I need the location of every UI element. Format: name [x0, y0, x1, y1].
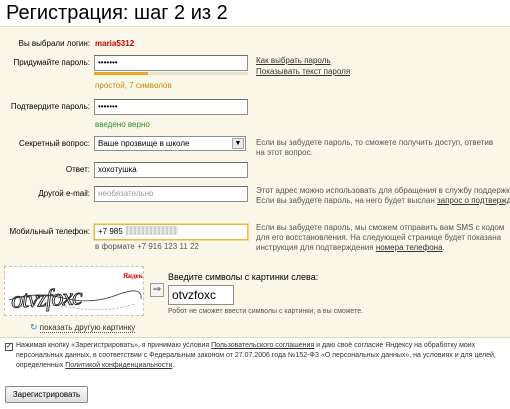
refresh-icon[interactable]: ↻	[30, 322, 38, 332]
other-email-hint-line2: Если вы забудете пароль, на него будет в…	[256, 196, 510, 206]
password-strength-bar	[94, 72, 248, 75]
how-to-choose-password-link[interactable]: Как выбрать пароль	[256, 56, 331, 65]
register-button[interactable]: Зарегистрировать	[5, 386, 88, 403]
chevron-down-icon[interactable]: ▼	[232, 138, 244, 149]
captcha-note: Робот не сможет ввести символы с картинк…	[168, 308, 364, 315]
other-email-hint-line1: Этот адрес можно использовать для обраще…	[256, 186, 510, 195]
password-strength-text: простой, 7 символов	[95, 81, 172, 90]
page-title: Регистрация: шаг 2 из 2	[6, 2, 228, 24]
show-another-picture-link[interactable]: показать другую картинку	[39, 323, 136, 333]
other-email-label: Другой e-mail:	[38, 189, 90, 198]
password-input[interactable]: •••••••	[94, 55, 248, 71]
show-password-text-link[interactable]: Показывать текст пароля	[256, 67, 350, 76]
phone-number-link[interactable]: номера телефона	[376, 243, 443, 252]
confirm-password-input[interactable]: •••••••	[94, 99, 248, 115]
login-value: maria5312	[95, 39, 135, 48]
refresh-captcha[interactable]: ↻ показать другую картинку	[30, 322, 136, 333]
terms-text: Нажимая кнопку «Зарегистрировать», я при…	[16, 342, 496, 369]
secret-question-select[interactable]: Ваше прозвище в школе ▼	[94, 136, 246, 151]
mobile-phone-hint-line1: Если вы забудете пароль, мы сможем отпра…	[256, 223, 505, 232]
phone-number-mask	[125, 226, 178, 235]
mobile-phone-label: Мобильный телефон:	[9, 227, 91, 236]
password-label: Придумайте пароль:	[13, 58, 90, 67]
terms-checkbox[interactable]: ✓	[5, 343, 13, 351]
mobile-phone-hint-line2: для его восстановления. На следующей стр…	[256, 233, 502, 242]
confirm-password-status: введено верно	[95, 120, 150, 129]
confirmation-request-link[interactable]: запрос о подтверждении	[437, 196, 510, 205]
secret-question-selected: Ваше прозвище в школе	[98, 139, 190, 148]
divider	[0, 337, 510, 338]
login-label: Вы выбрали логин:	[18, 39, 90, 48]
confirm-password-label: Подтвердите пароль:	[10, 102, 90, 111]
answer-input[interactable]: хохотушка	[94, 162, 248, 178]
captcha-picture: Яндекс otvzfoxc	[8, 272, 143, 314]
user-agreement-link[interactable]: Пользовательского соглашения	[211, 342, 314, 349]
mobile-phone-input[interactable]: +7 985	[94, 224, 248, 240]
captcha-prompt: Введите символы с картинки слева:	[168, 272, 319, 282]
captcha-image: Яндекс otvzfoxc	[4, 266, 144, 316]
captcha-brand: Яндекс	[123, 272, 143, 280]
arrow-right-icon: ⇒	[150, 283, 164, 297]
mobile-phone-value: +7 985	[98, 227, 123, 236]
captcha-input[interactable]: otvzfoxc	[168, 285, 234, 305]
secret-question-label: Секретный вопрос:	[19, 139, 90, 148]
page-header: Регистрация: шаг 2 из 2	[0, 0, 510, 27]
privacy-policy-link[interactable]: Политикой конфиденциальности	[65, 362, 172, 369]
other-email-input[interactable]: необязательно	[94, 186, 248, 202]
captcha-distorted-text: otvzfoxc	[10, 284, 83, 314]
mobile-phone-hint-line3: инструкция для подтверждения номера теле…	[256, 243, 445, 252]
secret-question-hint: Если вы забудете пароль, то сможете полу…	[256, 138, 494, 157]
answer-label: Ответ:	[65, 165, 90, 174]
mobile-phone-format-hint: в формате +7 916 123 11 22	[95, 242, 199, 251]
password-strength-fill	[94, 72, 148, 75]
